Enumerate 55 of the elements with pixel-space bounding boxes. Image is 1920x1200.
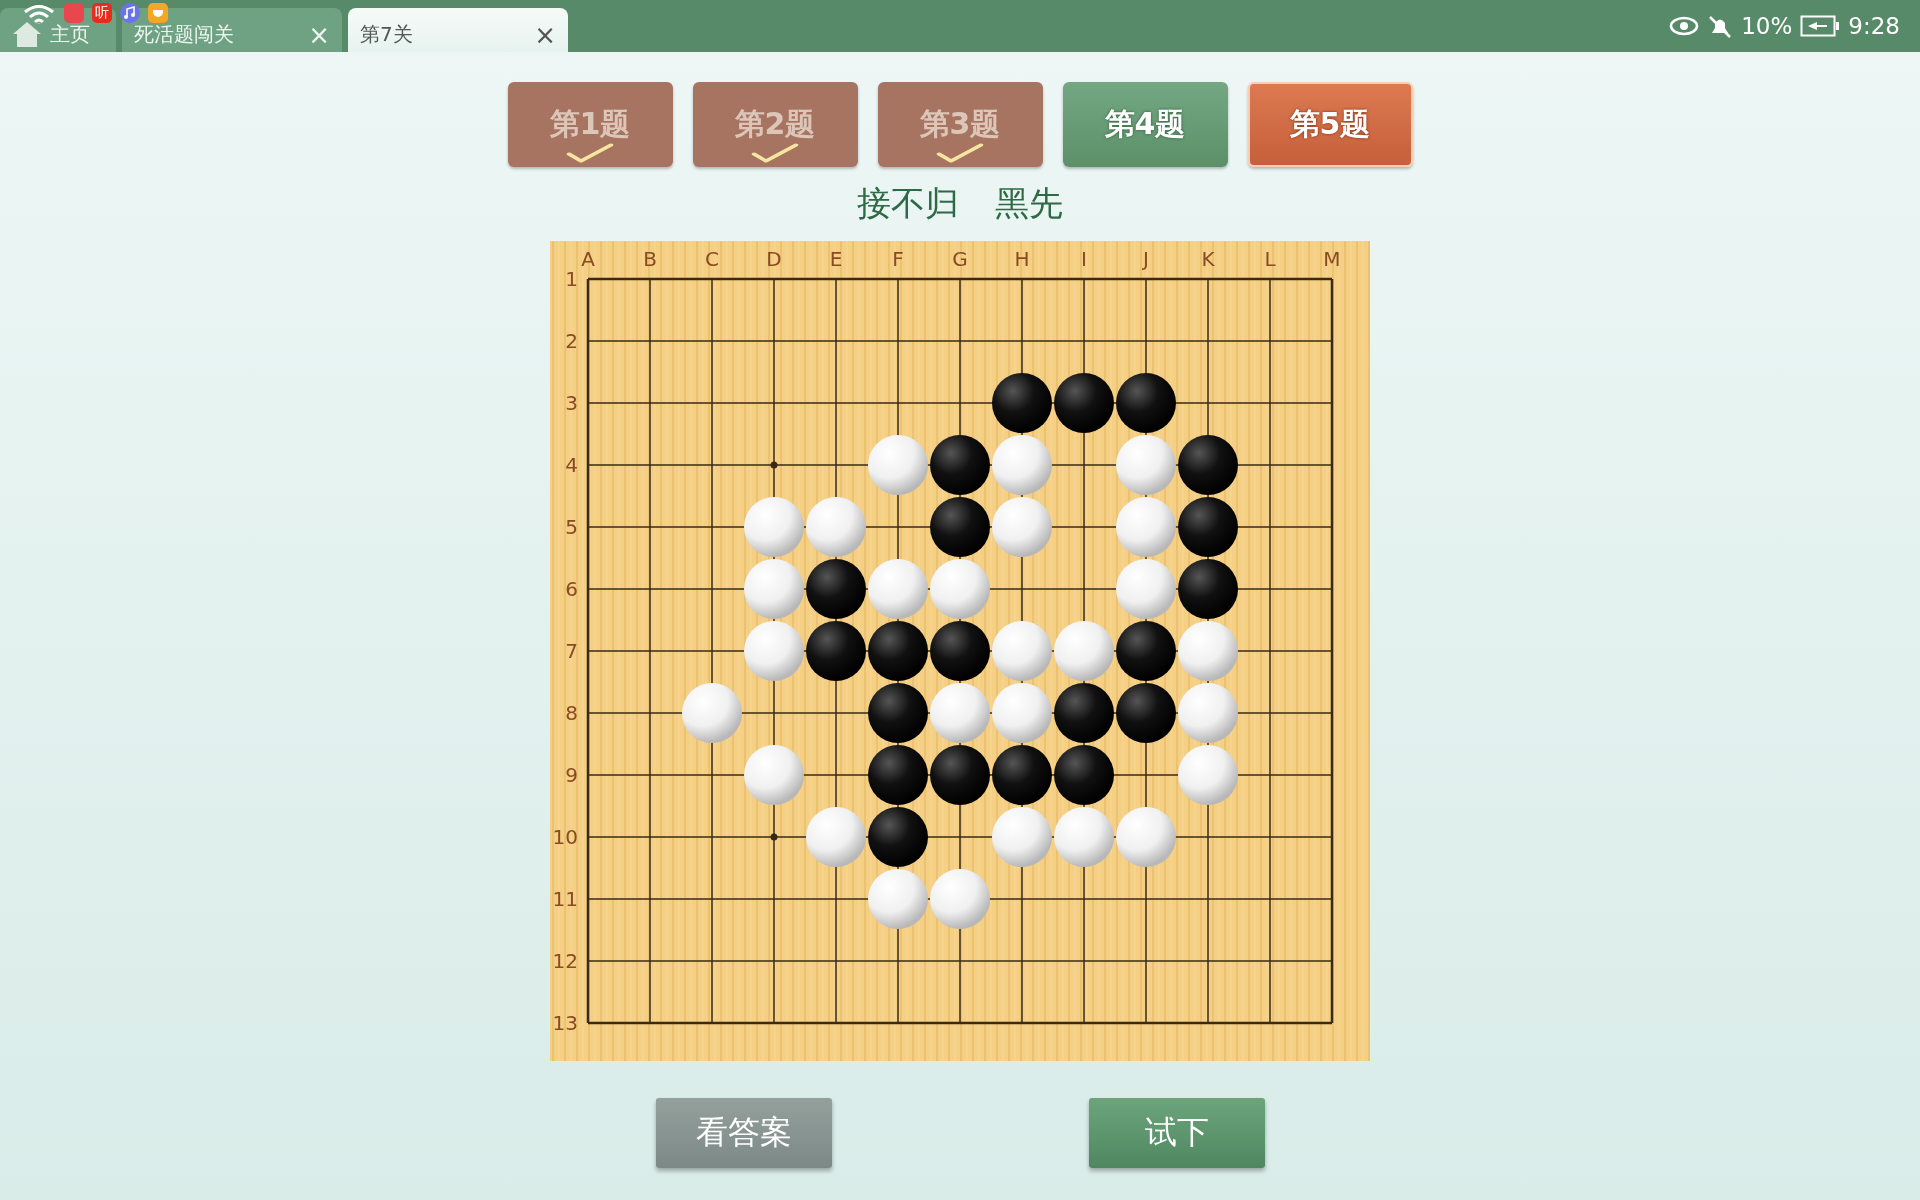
column-label: M	[1323, 247, 1341, 271]
column-label: I	[1081, 247, 1087, 271]
row-label: 8	[565, 701, 578, 725]
column-label: E	[829, 247, 843, 271]
problem-button[interactable]: 第4题	[1062, 82, 1228, 167]
clock-time: 9:28	[1848, 13, 1900, 39]
show-answer-button[interactable]: 看答案	[655, 1098, 832, 1168]
browser-tab[interactable]: 第7关 ×	[348, 8, 568, 52]
tab-title: 第7关	[360, 21, 413, 48]
problem-title: 接不归	[857, 182, 959, 225]
app-notification-icon	[64, 3, 84, 23]
column-label: H	[1014, 247, 1030, 271]
column-label: K	[1201, 247, 1215, 271]
column-label: F	[892, 247, 904, 271]
column-label: B	[643, 247, 657, 271]
problem-button[interactable]: 第3题	[877, 82, 1043, 167]
close-icon[interactable]: ×	[534, 22, 556, 48]
browser-tab[interactable]: 死活题闯关 ×	[122, 8, 342, 52]
column-label: G	[952, 247, 968, 271]
row-label: 4	[565, 453, 578, 477]
app-notification-icon: 听	[92, 3, 112, 23]
eye-icon	[1669, 15, 1700, 37]
problem-button[interactable]: 第5题	[1247, 82, 1413, 167]
column-label: C	[705, 247, 719, 271]
music-note-icon	[120, 3, 140, 23]
wifi-icon	[22, 2, 56, 24]
row-label: 7	[565, 639, 578, 663]
battery-charging-icon	[1800, 15, 1841, 37]
checkmark-icon	[936, 143, 984, 163]
row-label: 6	[565, 577, 578, 601]
checkmark-icon	[566, 143, 614, 163]
home-icon	[12, 20, 42, 48]
column-label: A	[581, 247, 595, 271]
row-label: 5	[565, 515, 578, 539]
row-label: 9	[565, 763, 578, 787]
column-label: J	[1143, 247, 1149, 271]
row-label: 2	[565, 329, 578, 353]
close-icon[interactable]: ×	[308, 22, 330, 48]
column-label: L	[1264, 247, 1276, 271]
try-move-button[interactable]: 试下	[1088, 1098, 1265, 1168]
row-label: 1	[565, 267, 578, 291]
column-label: D	[766, 247, 782, 271]
cup-icon	[148, 3, 168, 23]
row-label: 10	[552, 825, 578, 849]
problem-button[interactable]: 第1题	[507, 82, 673, 167]
row-label: 13	[552, 1011, 578, 1035]
row-label: 12	[552, 949, 578, 973]
battery-level: 10%	[1741, 13, 1793, 39]
row-label: 11	[552, 887, 578, 911]
turn-indicator: 黑先	[995, 182, 1063, 225]
tab-title: 主页	[50, 21, 90, 48]
checkmark-icon	[751, 143, 799, 163]
problem-button[interactable]: 第2题	[692, 82, 858, 167]
row-label: 3	[565, 391, 578, 415]
tab-title: 死活题闯关	[134, 21, 234, 48]
